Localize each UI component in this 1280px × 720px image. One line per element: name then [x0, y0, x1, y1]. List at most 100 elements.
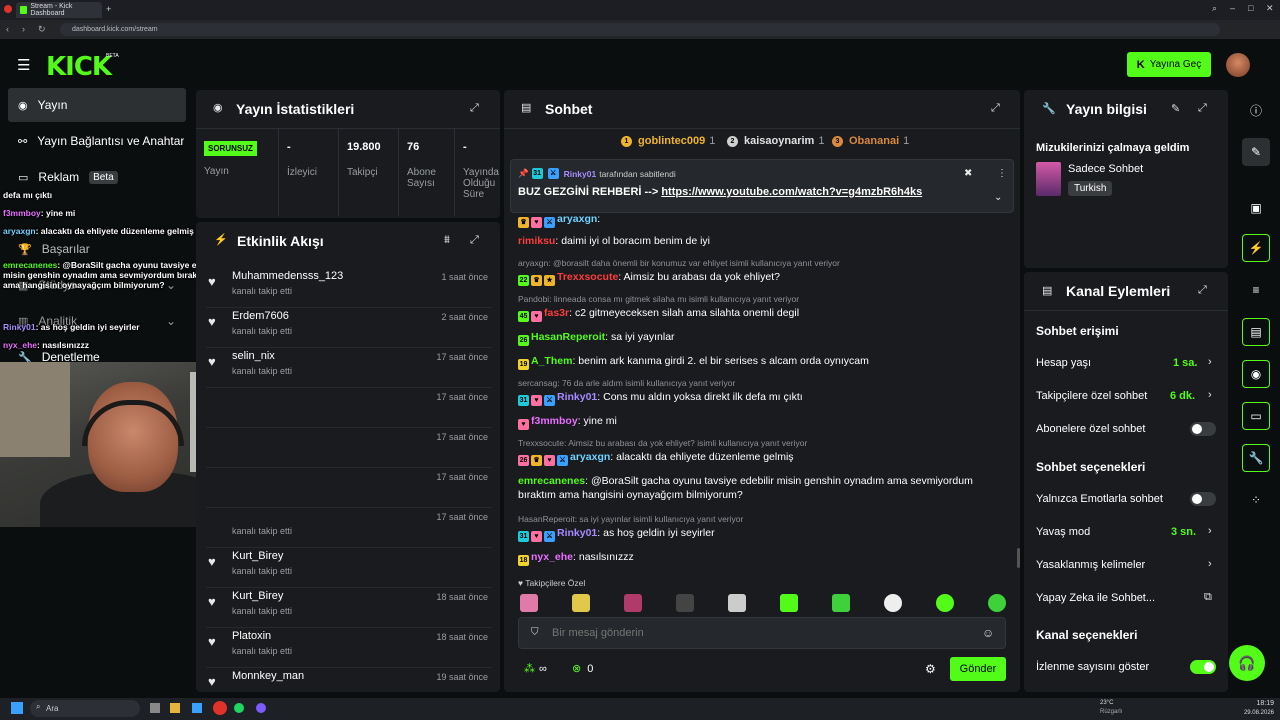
expand-icon[interactable]: ⤢	[1198, 102, 1207, 115]
sidebar-item-analytics[interactable]: ▥ Analitik ⌄	[8, 304, 186, 338]
chevron-right-icon[interactable]: ›	[1208, 525, 1212, 537]
chevron-down-icon[interactable]: ⌄	[994, 192, 1002, 203]
file-explorer-icon[interactable]	[170, 703, 180, 713]
bolt-icon[interactable]: ⚡	[1242, 234, 1270, 262]
sidebar-item-stream[interactable]: ◉ Yayın	[8, 88, 186, 122]
chat-message[interactable]: rimiksu: daimi iyi ol boracım benim de i…	[518, 234, 1008, 248]
emoji-icon[interactable]: ☺	[982, 626, 994, 640]
emote[interactable]	[832, 594, 850, 612]
followers-only-value[interactable]: 6 dk.	[1170, 390, 1195, 402]
external-link-icon[interactable]: ⧉	[1204, 591, 1212, 604]
show-views-label: İzlenme sayısını göster	[1036, 661, 1150, 673]
expand-icon[interactable]: ⤢	[1198, 284, 1207, 297]
weather-temp[interactable]: 23°C	[1100, 700, 1113, 706]
emote[interactable]	[884, 594, 902, 612]
chat-message[interactable]: emrecanenes: @BoraSilt gacha oyunu tavsi…	[518, 474, 1008, 502]
list-icon[interactable]: ≡	[1242, 276, 1270, 304]
emote[interactable]	[520, 594, 538, 612]
forward-icon[interactable]: ›	[22, 24, 25, 34]
chat-message[interactable]: 31 ♥ ⚔ Rinky01: Cons mu aldın yoksa direkt …	[518, 390, 1008, 406]
emote[interactable]	[936, 594, 954, 612]
activity-row: 17 saat önce	[206, 428, 492, 468]
clock-time[interactable]: 18:19	[1244, 700, 1274, 707]
chat-message[interactable]: 45 ♥ fas3r: c2 gitmeyeceksen silah ama sil…	[518, 306, 1008, 322]
expand-icon[interactable]: ⤢	[470, 102, 479, 115]
chat-message[interactable]: 19 A_Them: benim ark kanıma girdi 2. el b…	[518, 354, 1008, 370]
opera-icon[interactable]	[213, 701, 227, 715]
chat-scrollbar[interactable]	[1017, 548, 1020, 568]
maximize-icon[interactable]: □	[1248, 3, 1253, 13]
chat-message[interactable]: 31 ♥ ⚔ Rinky01: as hoş geldin iyi seyirler	[518, 526, 1008, 542]
search-tabs-icon[interactable]: ⌕	[1212, 3, 1217, 14]
task-view-icon[interactable]	[150, 703, 160, 713]
ai-chat-label[interactable]: Yapay Zeka ile Sohbet...	[1036, 592, 1155, 604]
chat-message[interactable]: 26 HasanReperoit: sa iyi yayınlar	[518, 330, 1008, 346]
slow-mode-value[interactable]: 3 sn.	[1171, 526, 1196, 538]
chevron-right-icon[interactable]: ›	[1208, 558, 1212, 570]
expand-icon[interactable]: ⤢	[991, 102, 1000, 115]
menu-icon[interactable]: ☰	[17, 56, 31, 74]
wrench-icon[interactable]: 🔧	[1242, 444, 1270, 472]
top-gifter[interactable]: 2 kaisaoynarim 1	[727, 135, 824, 147]
category-name[interactable]: Sadece Sohbet	[1068, 163, 1143, 175]
chat-message[interactable]: 26 ♛ ♥ ⚔ aryaxgn: alacaktı da ehliyete düzen…	[518, 450, 1008, 466]
expand-icon[interactable]: ⤢	[470, 234, 479, 247]
message-input[interactable]	[552, 624, 952, 642]
browser-tab[interactable]: Stream - Kick Dashboard	[16, 2, 102, 18]
taskbar-search[interactable]: Ara	[30, 700, 140, 717]
opera-logo-icon[interactable]	[4, 5, 12, 13]
discord-icon[interactable]	[256, 703, 266, 713]
emote[interactable]	[676, 594, 694, 612]
apps-icon[interactable]: ⁘	[1242, 486, 1270, 514]
emote[interactable]	[728, 594, 746, 612]
settings-gear-icon[interactable]: ⚙	[925, 662, 936, 676]
edit-icon[interactable]: ✎	[1171, 102, 1180, 115]
chevron-right-icon[interactable]: ›	[1208, 356, 1212, 368]
sidebar-item-stream-key[interactable]: ⚯ Yayın Bağlantısı ve Anahtar	[8, 124, 198, 158]
reload-icon[interactable]: ↻	[38, 24, 46, 35]
minimize-icon[interactable]: –	[1230, 3, 1235, 13]
emote[interactable]	[988, 594, 1006, 612]
chat-icon[interactable]: ▤	[1242, 318, 1270, 346]
support-headset-icon[interactable]: 🎧	[1229, 645, 1265, 681]
url-field[interactable]: dashboard.kick.com/stream	[60, 23, 1220, 36]
chat-message[interactable]: 18 nyx_ehe: nasılsınızzz	[518, 550, 1008, 566]
banned-words-label[interactable]: Yasaklanmış kelimeler	[1036, 559, 1145, 571]
chevron-right-icon[interactable]: ›	[1208, 389, 1212, 401]
emote[interactable]	[780, 594, 798, 612]
show-views-toggle[interactable]	[1190, 660, 1216, 674]
kick-logo[interactable]: KICK	[46, 52, 112, 82]
emote[interactable]	[572, 594, 590, 612]
spotify-icon[interactable]	[234, 703, 244, 713]
back-icon[interactable]: ‹	[6, 24, 9, 34]
go-live-button[interactable]: K Yayına Geç	[1127, 52, 1211, 77]
media-icon[interactable]: ▣	[1242, 194, 1270, 222]
chat-message[interactable]: ♥ f3mmboy: yine mi	[518, 414, 1008, 430]
pinned-link[interactable]: https://www.youtube.com/watch?v=g4mzbR6h…	[661, 186, 922, 198]
send-button[interactable]: Gönder	[950, 657, 1006, 681]
chat-message[interactable]: 22 ♛ ★ Trexxsocute: Aimsiz bu arabası da yo…	[518, 270, 1008, 286]
account-age-value[interactable]: 1 sa.	[1173, 357, 1197, 369]
windows-start-icon[interactable]	[11, 702, 23, 714]
avatar[interactable]	[1226, 53, 1250, 77]
more-icon[interactable]: ⋮	[997, 168, 1007, 179]
stat-label: İzleyici	[287, 167, 318, 178]
emotes-only-toggle[interactable]	[1190, 492, 1216, 506]
sidebar-item-ads[interactable]: ▭ Reklam Beta	[8, 160, 186, 194]
card-icon[interactable]: ▭	[1242, 402, 1270, 430]
mod-icon: ⚔	[547, 168, 559, 179]
subs-only-toggle[interactable]	[1190, 422, 1216, 436]
new-tab-icon[interactable]: +	[106, 4, 111, 14]
points-indicator[interactable]: ⊗ 0	[572, 662, 593, 676]
filter-icon[interactable]: ⩩	[444, 234, 450, 247]
top-gifter[interactable]: 1 goblintec009 1	[621, 135, 715, 147]
play-circle-icon[interactable]: ◉	[1242, 360, 1270, 388]
edit-icon[interactable]: ✎	[1242, 138, 1270, 166]
top-gifter[interactable]: 3 Obananai 1	[832, 135, 909, 147]
close-window-icon[interactable]: ✕	[1266, 3, 1274, 14]
info-icon[interactable]: ⓘ	[1242, 96, 1270, 124]
unpin-icon[interactable]: ✖	[964, 168, 972, 179]
emote[interactable]	[624, 594, 642, 612]
chat-message[interactable]: ♛ ♥ ⚔ aryaxgn:	[518, 212, 1008, 228]
store-icon[interactable]	[192, 703, 202, 713]
